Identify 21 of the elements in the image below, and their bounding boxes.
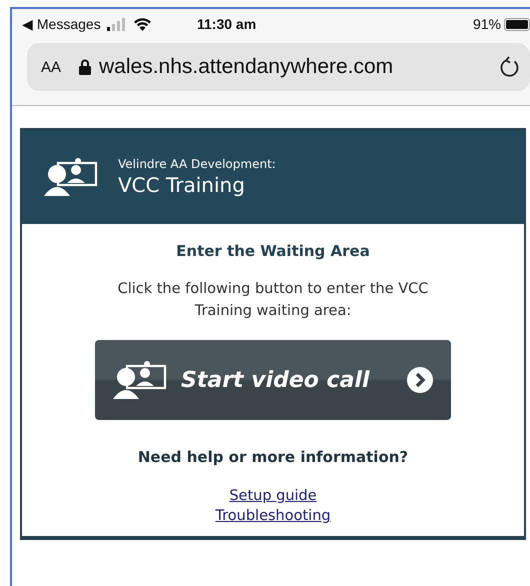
- video-call-icon: [113, 360, 167, 400]
- clinic-title: VCC Training: [118, 173, 246, 197]
- instructions-text: Click the following button to enter the VCC Training waiting area:: [116, 280, 430, 321]
- text-size-button[interactable]: AA: [41, 58, 62, 76]
- organisation-name: Velindre AA Development:: [118, 157, 276, 171]
- wifi-icon: [132, 17, 152, 31]
- start-video-call-button[interactable]: Start video call: [95, 340, 451, 420]
- help-link[interactable]: Troubleshooting: [215, 508, 331, 524]
- help-link[interactable]: Setup guide: [229, 488, 317, 504]
- battery-percent: 91%: [472, 16, 501, 32]
- url-text: wales.nhs.attendanywhere.com: [99, 55, 394, 79]
- address-field[interactable]: AA wales.nhs.attendanywhere.com: [27, 43, 530, 91]
- clock-time: 11:30 am: [197, 16, 258, 32]
- reload-icon[interactable]: [500, 56, 520, 78]
- chevron-circle-icon: [407, 367, 433, 393]
- back-label[interactable]: ◀ Messages: [22, 16, 101, 32]
- video-call-icon: [44, 157, 98, 197]
- signal-icon: [106, 18, 127, 30]
- lock-icon: [79, 59, 92, 75]
- section-heading: Enter the Waiting Area: [176, 242, 370, 260]
- help-heading: Need help or more information?: [138, 448, 408, 466]
